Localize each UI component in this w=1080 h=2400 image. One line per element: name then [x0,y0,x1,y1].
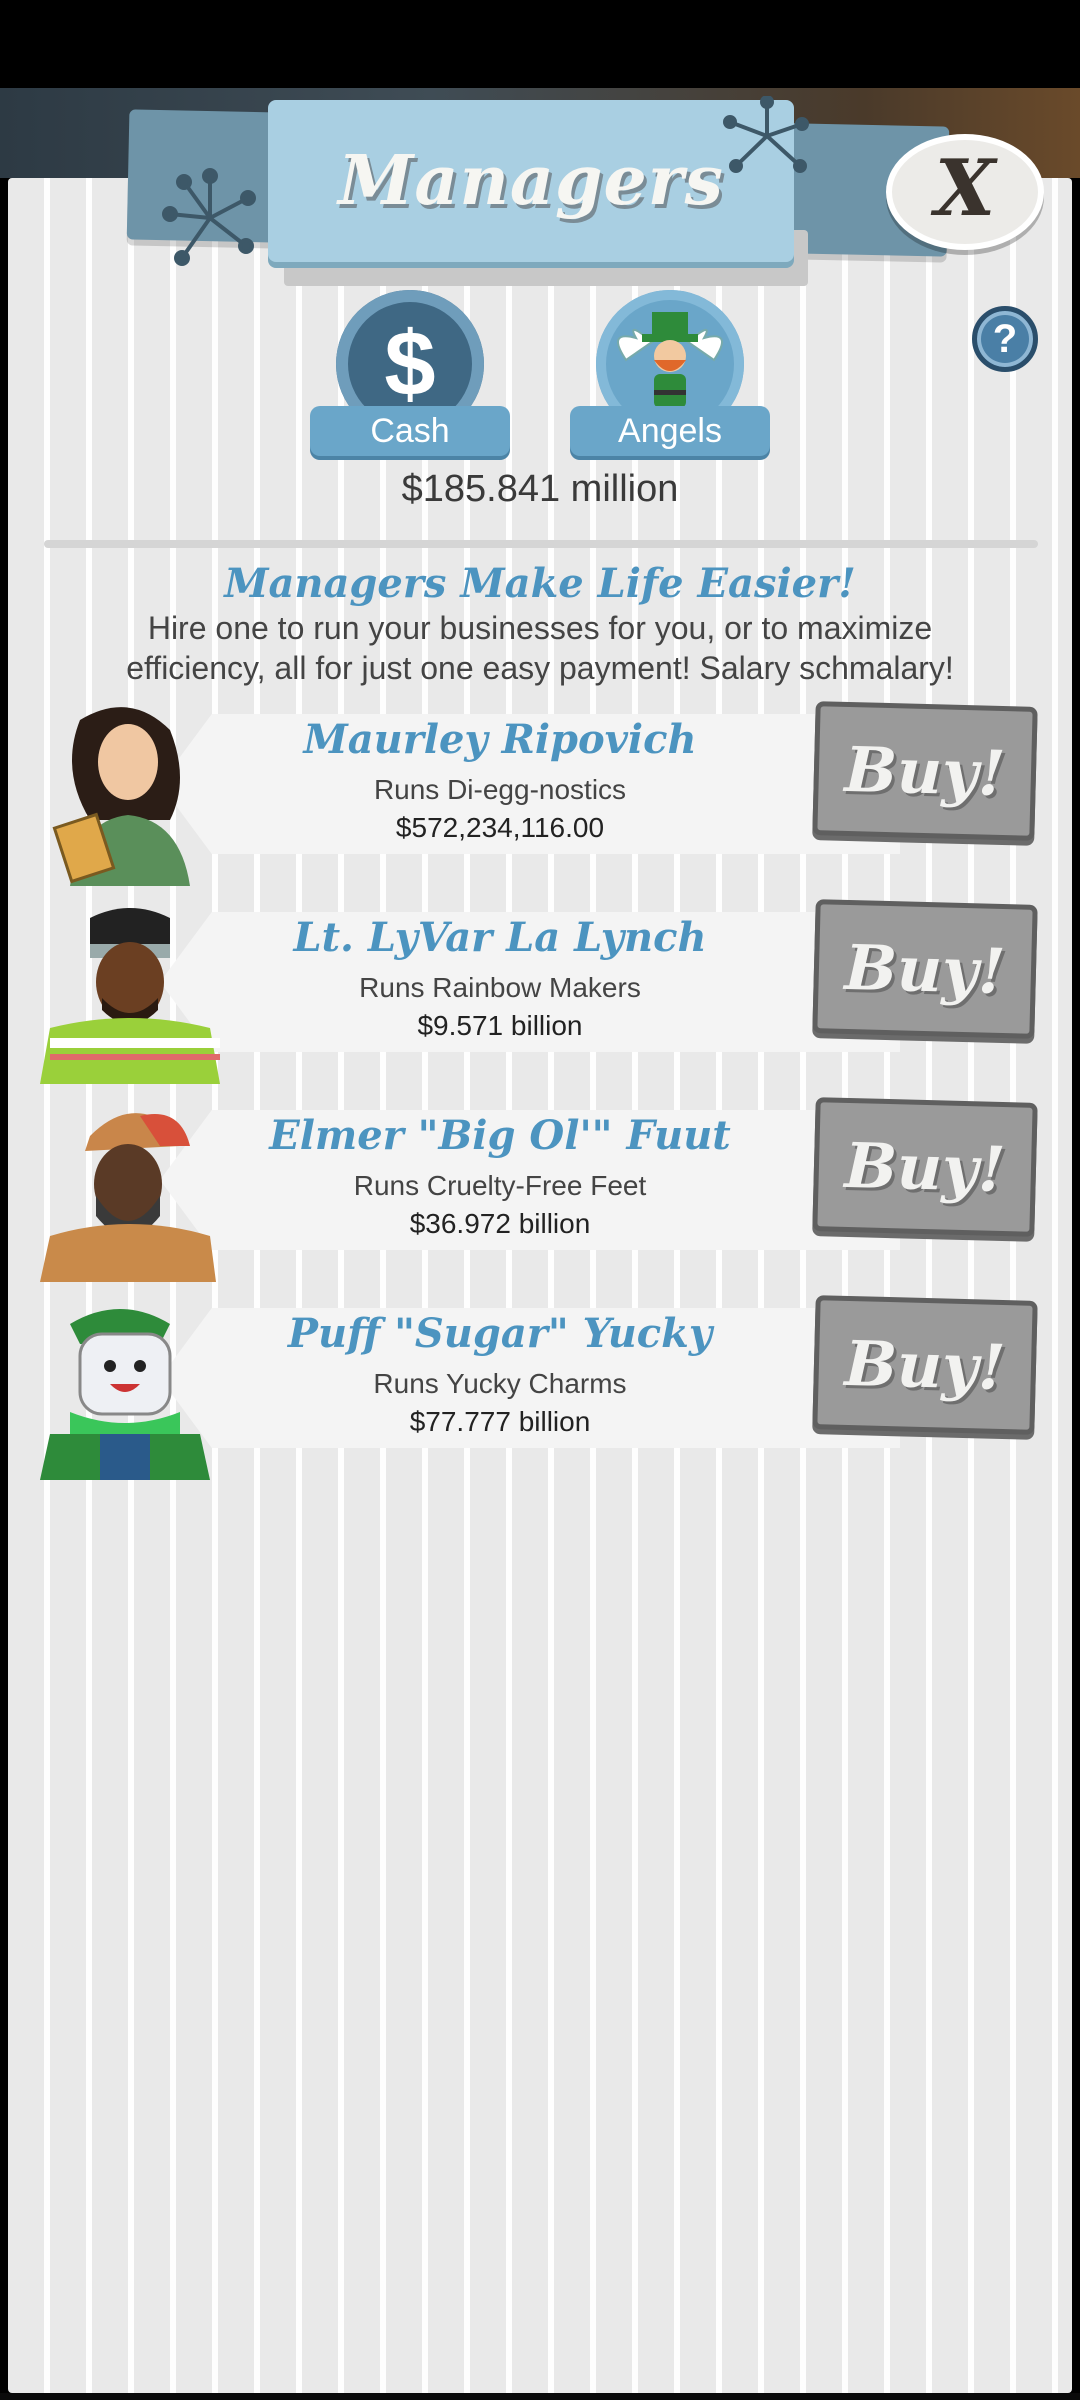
help-button[interactable]: ? [972,306,1038,372]
buy-button[interactable]: Buy! [812,1295,1038,1435]
manager-name: Maurley Ripovich [303,716,697,763]
manager-cost: $9.571 billion [417,1010,583,1041]
manager-cost: $572,234,116.00 [395,812,605,843]
manager-row: Puff "Sugar" Yucky Runs Yucky Charms $77… [40,1294,1040,1494]
manager-name: Lt. LyVar La Lynch [293,914,707,961]
starburst-icon [723,96,809,173]
intro-title: Managers Make Life Easier! [224,560,856,607]
help-icon: ? [992,316,1018,361]
starburst-icon [162,168,256,266]
page-title: Managers [338,141,724,221]
manager-business: Runs Yucky Charms [373,1368,627,1399]
manager-name: Puff "Sugar" Yucky [287,1310,713,1357]
manager-row: Elmer "Big Ol'" Fuut Runs Cruelty-Free F… [40,1096,1040,1296]
manager-row: Lt. LyVar La Lynch Runs Rainbow Makers $… [40,898,1040,1098]
divider [44,540,1038,548]
manager-row: Maurley Ripovich Runs Di-egg-nostics $57… [40,700,1040,900]
tab-angels-label: Angels [570,406,770,456]
manager-business: Runs Di-egg-nostics [373,774,627,805]
tab-cash[interactable]: $ Cash [310,290,510,456]
manager-business: Runs Rainbow Makers [359,972,641,1003]
tab-angels[interactable]: Angels [570,290,770,456]
manager-business: Runs Cruelty-Free Feet [353,1170,647,1201]
buy-button[interactable]: Buy! [812,1097,1038,1237]
bottom-edge [0,2393,1080,2400]
cash-amount: $185.841 million [401,468,679,510]
close-button[interactable]: X [886,134,1044,250]
buy-button[interactable]: Buy! [812,899,1038,1039]
title-banner: Managers [268,100,794,262]
close-icon: X [934,143,996,234]
intro-text: Hire one to run your businesses for you,… [126,610,954,686]
buy-button[interactable]: Buy! [812,701,1038,841]
manager-name: Elmer "Big Ol'" Fuut [269,1112,731,1159]
tab-cash-label: Cash [310,406,510,456]
manager-cost: $36.972 billion [409,1208,591,1239]
status-bar [0,0,1080,88]
manager-cost: $77.777 billion [409,1406,591,1437]
